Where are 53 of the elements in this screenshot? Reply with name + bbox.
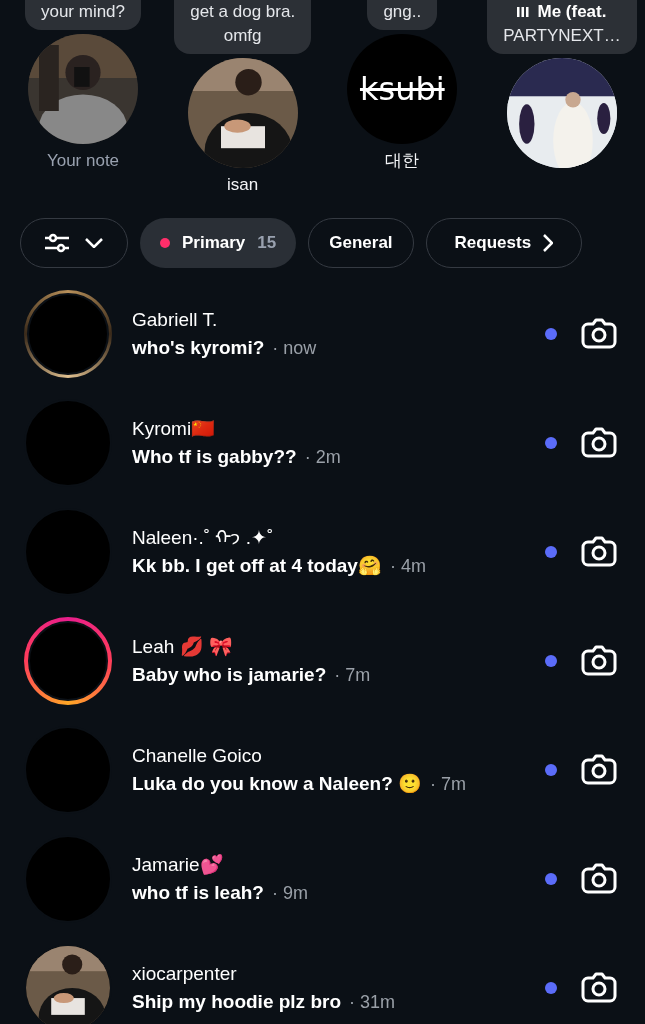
note-text: omfg (223, 25, 262, 47)
logo-avatar[interactable]: ksubi (347, 34, 458, 144)
camera-icon[interactable] (581, 318, 617, 350)
note-text: your mind? (40, 1, 126, 23)
tab-label: Primary (182, 231, 246, 254)
filter-tab[interactable]: General (308, 217, 414, 268)
chat-name: Gabriell T. (132, 308, 219, 332)
camera-icon[interactable] (581, 754, 617, 786)
note-text: PARTYNEXT… (503, 25, 621, 47)
chat-name: Jamarie💕 (132, 853, 225, 877)
note-text: Me (feat. (537, 1, 607, 23)
note-label: isan (227, 174, 259, 196)
filter-tab[interactable]: Primary 15 (140, 217, 297, 268)
timestamp: · 7m (334, 663, 371, 687)
timestamp: · 4m (389, 554, 426, 578)
note-label: 대한 (385, 150, 420, 172)
message-preview: Kk bb. I get off at 4 today🤗 (132, 554, 382, 578)
camera-icon[interactable] (581, 536, 617, 568)
timestamp: · 7m (430, 772, 467, 796)
note-text: get a dog bra. (190, 1, 296, 23)
chat-name: Chanelle Goico (132, 744, 263, 768)
logo-text: ksubi (359, 69, 445, 110)
chat-name: Kyromi🇨🇳 (132, 417, 217, 441)
tab-count: 15 (257, 231, 277, 254)
timestamp: · 31m (349, 990, 395, 1014)
note-label: Your note (46, 150, 120, 172)
camera-icon[interactable] (581, 863, 617, 895)
sliders-icon (45, 232, 69, 253)
note-bubble[interactable]: get a dog bra. omfg (174, 0, 312, 54)
timestamp: · 9m (271, 881, 308, 905)
chat-name: Naleen·.˚ ᡣ𐭩 .✦˚ (132, 526, 275, 550)
chat-name: Leah 💋 🎀 (132, 635, 234, 659)
note-bubble[interactable]: gng.. (367, 0, 438, 30)
tab-label: General (329, 231, 393, 254)
timestamp: · now (272, 336, 317, 360)
chat-name: xiocarpenter (132, 962, 238, 986)
chevron-down-icon (85, 237, 103, 248)
chevron-right-icon (543, 233, 554, 252)
message-preview: Ship my hoodie plz bro (132, 990, 341, 1014)
note-text: gng.. (383, 1, 422, 23)
message-preview: Who tf is gabby?? (132, 445, 297, 469)
camera-icon[interactable] (581, 645, 617, 677)
message-preview: Baby who is jamarie? (132, 663, 327, 687)
note-bubble[interactable]: Me (feat. PARTYNEXT… (487, 0, 637, 54)
message-preview: who's kyromi? (132, 336, 265, 360)
camera-icon[interactable] (581, 972, 617, 1004)
equalizer-icon (517, 7, 530, 17)
filter-menu-button[interactable] (20, 217, 128, 268)
note-bubble[interactable]: your mind? (24, 0, 142, 30)
message-preview: who tf is leah? (132, 881, 264, 905)
camera-icon[interactable] (581, 427, 617, 459)
message-preview: Luka do you know a Naleen? 🙂 (132, 772, 423, 796)
timestamp: · 2m (304, 445, 341, 469)
